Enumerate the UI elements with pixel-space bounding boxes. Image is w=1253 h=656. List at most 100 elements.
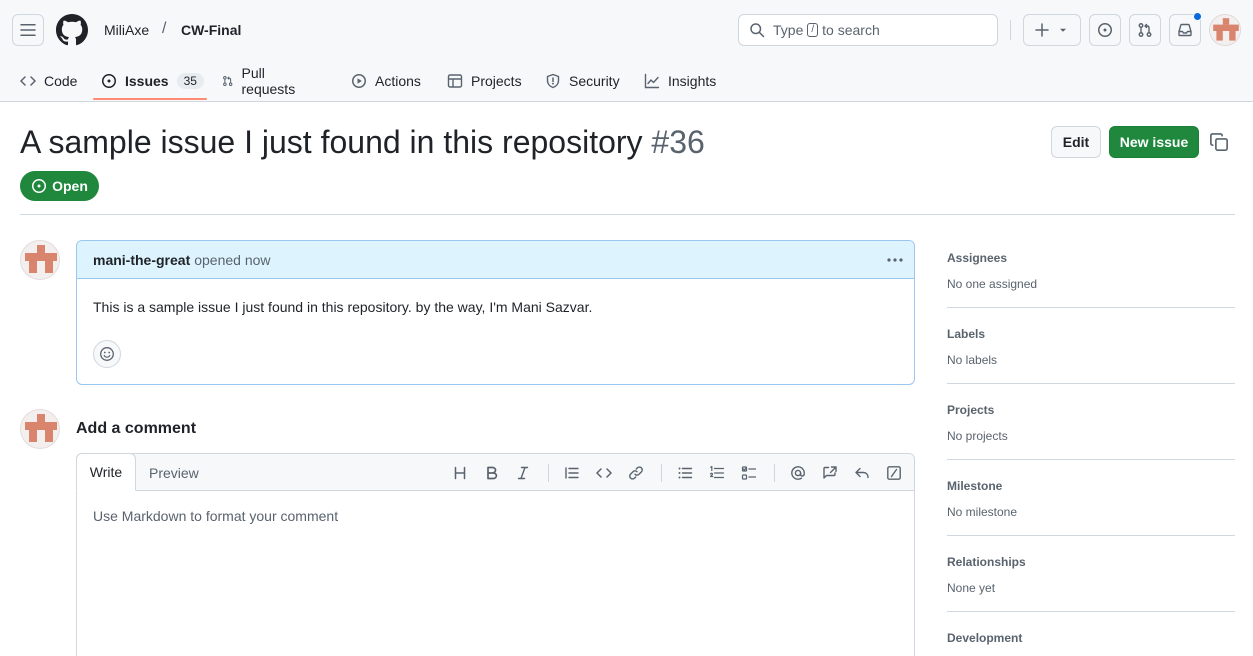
italic-button[interactable] bbox=[512, 462, 534, 484]
comment-options-button[interactable] bbox=[886, 252, 904, 268]
search-prefix: Type bbox=[773, 22, 804, 38]
tab-issues[interactable]: Issues 35 bbox=[101, 62, 204, 100]
plus-icon bbox=[1035, 23, 1049, 37]
tab-write[interactable]: Write bbox=[76, 453, 136, 491]
copy-link-button[interactable] bbox=[1209, 132, 1229, 152]
issue-number: #36 bbox=[651, 124, 705, 160]
tasklist-icon bbox=[741, 466, 757, 480]
comment-body: This is a sample issue I just found in t… bbox=[93, 299, 593, 315]
comment-author-avatar[interactable] bbox=[20, 240, 60, 280]
breadcrumb-owner[interactable]: MiliAxe bbox=[104, 22, 149, 38]
tab-security[interactable]: Security bbox=[545, 62, 620, 100]
sidebar-development[interactable]: Development bbox=[947, 631, 1235, 645]
graph-icon bbox=[644, 73, 660, 89]
hamburger-icon bbox=[20, 24, 36, 36]
issue-title-text: A sample issue I just found in this repo… bbox=[20, 124, 643, 160]
unordered-list-button[interactable] bbox=[674, 462, 696, 484]
breadcrumb-repo[interactable]: CW-Final bbox=[181, 22, 241, 38]
sidebar-assignees[interactable]: Assignees No one assigned bbox=[947, 251, 1235, 291]
edit-title-button[interactable]: Edit bbox=[1051, 126, 1101, 158]
tab-insights[interactable]: Insights bbox=[644, 62, 716, 100]
current-user-avatar[interactable] bbox=[20, 409, 60, 449]
heading-icon bbox=[454, 466, 466, 480]
issue-state-badge: Open bbox=[20, 171, 99, 201]
link-button[interactable] bbox=[625, 462, 647, 484]
issue-state-label: Open bbox=[52, 178, 88, 194]
sidebar-labels[interactable]: Labels No labels bbox=[947, 327, 1235, 367]
mention-button[interactable] bbox=[787, 462, 809, 484]
create-new-button[interactable] bbox=[1023, 14, 1081, 46]
toolbar-divider bbox=[548, 464, 549, 482]
search-suffix: to search bbox=[822, 22, 880, 38]
tab-security-label: Security bbox=[569, 73, 620, 89]
issue-opened-icon bbox=[102, 74, 116, 88]
kebab-horizontal-icon bbox=[887, 258, 903, 262]
quote-icon bbox=[565, 467, 579, 479]
add-reaction-button[interactable] bbox=[93, 340, 121, 368]
header-divider bbox=[1010, 20, 1011, 40]
sidebar-projects[interactable]: Projects No projects bbox=[947, 403, 1235, 443]
issue-comment: mani-the-great opened now This is a samp… bbox=[76, 240, 915, 385]
mention-icon bbox=[791, 466, 805, 480]
smiley-icon bbox=[100, 347, 114, 361]
sidebar-milestone[interactable]: Milestone No milestone bbox=[947, 479, 1235, 519]
ordered-list-button[interactable] bbox=[706, 462, 728, 484]
reply-button[interactable] bbox=[851, 462, 873, 484]
tab-preview[interactable]: Preview bbox=[149, 454, 199, 491]
user-avatar[interactable] bbox=[1209, 14, 1241, 46]
bold-button[interactable] bbox=[481, 462, 503, 484]
toolbar-divider bbox=[774, 464, 775, 482]
triangle-down-icon bbox=[1059, 28, 1067, 32]
list-unordered-icon bbox=[678, 467, 693, 479]
search-input[interactable]: Type / to search bbox=[738, 14, 998, 46]
tab-projects[interactable]: Projects bbox=[447, 62, 522, 100]
tab-pull-requests[interactable]: Pull requests bbox=[222, 62, 300, 100]
cross-reference-button[interactable] bbox=[819, 462, 841, 484]
sidebar-labels-title: Labels bbox=[947, 327, 986, 341]
add-comment-heading: Add a comment bbox=[76, 420, 197, 437]
sidebar-assignees-value: No one assigned bbox=[947, 277, 1038, 291]
sidebar-divider bbox=[947, 611, 1235, 612]
issues-shortcut-button[interactable] bbox=[1089, 14, 1121, 46]
heading-button[interactable] bbox=[449, 462, 471, 484]
tab-code-label: Code bbox=[44, 73, 78, 89]
search-icon bbox=[750, 23, 765, 38]
issue-opened-icon bbox=[1098, 23, 1112, 37]
code-icon bbox=[20, 76, 36, 86]
code-icon bbox=[596, 468, 612, 478]
sidebar-development-title: Development bbox=[947, 631, 1023, 645]
slash-command-button[interactable] bbox=[883, 462, 905, 484]
comment-timestamp[interactable]: opened now bbox=[194, 252, 270, 268]
tab-code[interactable]: Code bbox=[20, 62, 77, 100]
comment-header: mani-the-great opened now bbox=[77, 241, 914, 279]
git-pull-request-icon bbox=[223, 76, 233, 86]
tab-actions[interactable]: Actions bbox=[351, 62, 421, 100]
tab-projects-label: Projects bbox=[471, 73, 522, 89]
comment-textarea[interactable] bbox=[93, 508, 893, 524]
comment-author[interactable]: mani-the-great bbox=[93, 252, 190, 268]
sidebar-divider bbox=[947, 383, 1235, 384]
github-logo[interactable] bbox=[56, 14, 88, 46]
italic-icon bbox=[517, 466, 529, 480]
reply-icon bbox=[855, 467, 869, 479]
search-hotkey: / bbox=[807, 23, 819, 37]
comment-editor: Write Preview bbox=[76, 453, 915, 656]
cross-reference-icon bbox=[823, 466, 837, 479]
inbox-icon bbox=[1178, 23, 1192, 37]
code-button[interactable] bbox=[593, 462, 615, 484]
sidebar-relationships[interactable]: Relationships None yet bbox=[947, 555, 1235, 595]
task-list-button[interactable] bbox=[738, 462, 760, 484]
sidebar-relationships-title: Relationships bbox=[947, 555, 1026, 569]
link-icon bbox=[629, 466, 643, 480]
notification-indicator bbox=[1193, 12, 1202, 21]
new-issue-button[interactable]: New issue bbox=[1109, 126, 1199, 158]
tab-issues-label: Issues bbox=[125, 73, 169, 89]
quote-button[interactable] bbox=[561, 462, 583, 484]
title-divider bbox=[20, 214, 1235, 215]
pull-requests-shortcut-button[interactable] bbox=[1129, 14, 1161, 46]
hamburger-menu-button[interactable] bbox=[12, 14, 44, 46]
sidebar-milestone-title: Milestone bbox=[947, 479, 1003, 493]
sidebar-relationships-value: None yet bbox=[947, 581, 996, 595]
editor-toolbar: Write Preview bbox=[76, 453, 914, 491]
tab-pull-requests-label: Pull requests bbox=[241, 65, 296, 97]
